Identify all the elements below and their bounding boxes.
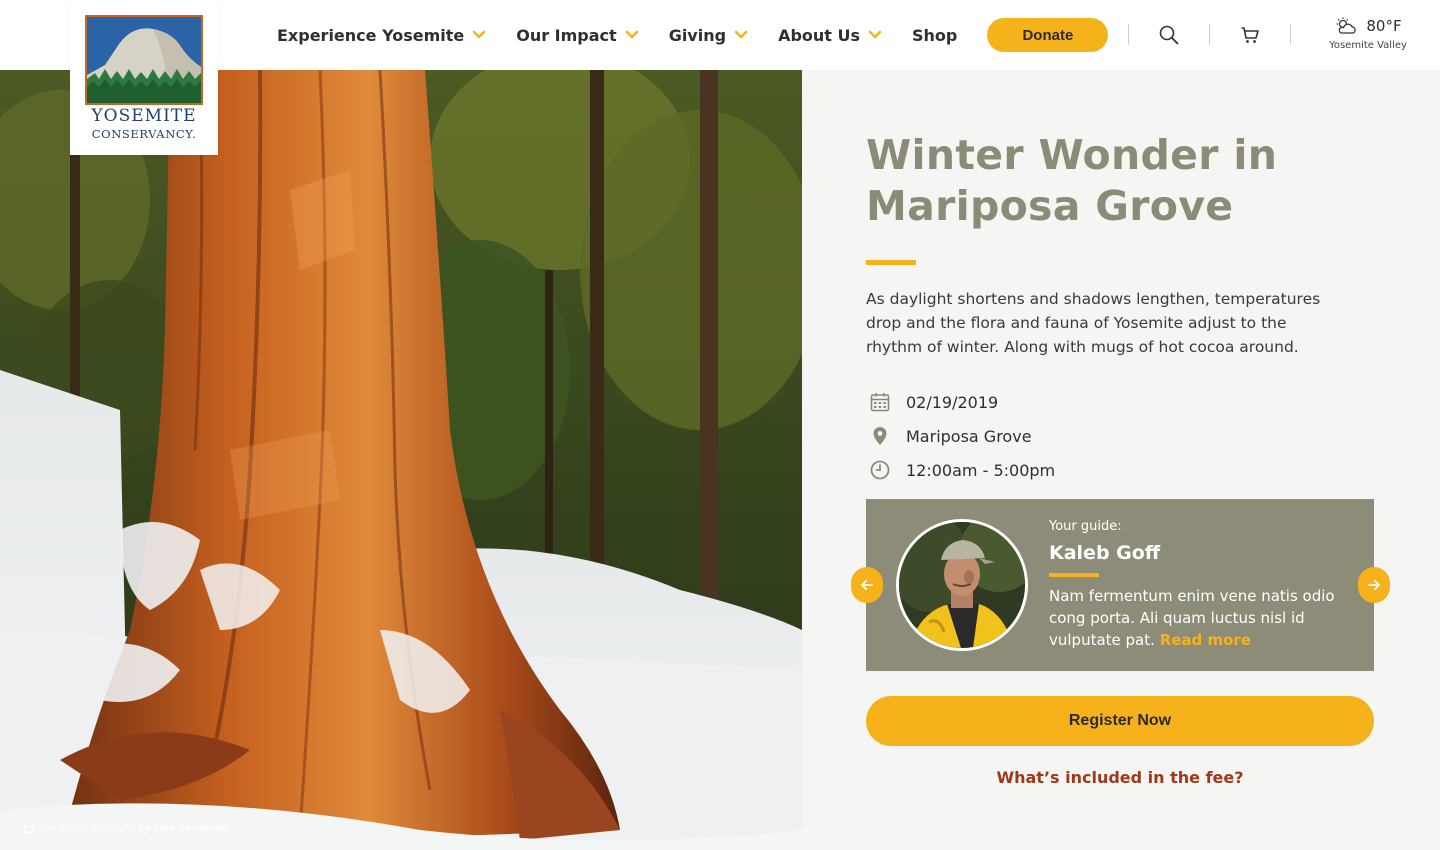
fee-info-link[interactable]: What’s included in the fee? bbox=[866, 768, 1374, 787]
divider bbox=[1290, 24, 1291, 45]
partly-cloudy-icon bbox=[1336, 17, 1357, 34]
divider bbox=[1209, 24, 1210, 45]
event-date-row: 02/19/2019 bbox=[866, 385, 1376, 419]
chevron-down-icon bbox=[734, 30, 748, 39]
nav-about-us[interactable]: About Us bbox=[778, 26, 882, 45]
weather-temp: 80°F bbox=[1366, 17, 1402, 35]
clock-icon bbox=[870, 460, 890, 480]
main-nav: Experience Yosemite Our Impact Giving Ab… bbox=[277, 0, 1109, 70]
caption-author: by Lilia Geschenk bbox=[138, 824, 227, 834]
arrow-right-icon bbox=[1368, 580, 1380, 590]
search-button[interactable] bbox=[1157, 23, 1181, 47]
photo-caption: The title of the photo by Lilia Geschenk bbox=[24, 824, 227, 834]
read-more-link[interactable]: Read more bbox=[1160, 631, 1251, 649]
guide-label: Your guide: bbox=[1049, 519, 1122, 534]
nav-shop[interactable]: Shop bbox=[912, 26, 957, 45]
arrow-left-icon bbox=[861, 580, 873, 590]
event-location: Mariposa Grove bbox=[906, 426, 1032, 446]
chevron-down-icon bbox=[625, 30, 638, 39]
event-time-row: 12:00am - 5:00pm bbox=[866, 453, 1376, 487]
event-title: Winter Wonder in Mariposa Grove bbox=[866, 131, 1278, 230]
nav-label: Experience Yosemite bbox=[277, 25, 465, 45]
guide-name-underline bbox=[1049, 573, 1099, 577]
nav-label: Our Impact bbox=[516, 25, 617, 45]
guide-next-button[interactable] bbox=[1358, 567, 1390, 603]
nav-our-impact[interactable]: Our Impact bbox=[516, 26, 638, 45]
register-now-button[interactable]: Register Now bbox=[866, 696, 1374, 746]
nav-label: Giving bbox=[668, 25, 727, 45]
event-date: 02/19/2019 bbox=[906, 392, 999, 412]
event-meta: 02/19/2019 Mariposa Grove 12:00am - 5:00… bbox=[866, 385, 1376, 487]
nav-giving[interactable]: Giving bbox=[669, 26, 748, 45]
nav-experience-yosemite[interactable]: Experience Yosemite bbox=[277, 26, 486, 45]
event-details: Winter Wonder in Mariposa Grove As dayli… bbox=[866, 130, 1376, 487]
title-underline bbox=[866, 260, 916, 265]
event-time: 12:00am - 5:00pm bbox=[906, 460, 1056, 480]
donate-button[interactable]: Donate bbox=[987, 18, 1109, 52]
nav-label: About Us bbox=[778, 25, 861, 45]
chevron-down-icon bbox=[868, 30, 882, 39]
divider bbox=[1128, 24, 1129, 45]
weather-widget: 80°F Yosemite Valley bbox=[1318, 17, 1418, 51]
location-pin-icon bbox=[873, 427, 887, 445]
nav-label: Shop bbox=[912, 25, 958, 45]
logo-wordmark-sub: CONSERVANCY. bbox=[91, 127, 197, 141]
site-logo[interactable]: YOSEMITE CONSERVANCY. bbox=[70, 0, 218, 155]
guide-card: Your guide: Kaleb Goff Nam fermentum eni… bbox=[866, 499, 1374, 671]
weather-location: Yosemite Valley bbox=[1329, 40, 1407, 51]
guide-name: Kaleb Goff bbox=[1049, 542, 1161, 564]
half-dome-emblem bbox=[85, 15, 203, 105]
logo-wordmark: YOSEMITE bbox=[91, 106, 197, 126]
event-location-row: Mariposa Grove bbox=[866, 419, 1376, 453]
cart-icon bbox=[1241, 27, 1259, 43]
calendar-icon bbox=[870, 393, 890, 412]
camera-icon bbox=[24, 825, 33, 833]
cart-button[interactable] bbox=[1238, 23, 1262, 47]
guide-bio: Nam fermentum enim vene natis odio cong … bbox=[1049, 585, 1339, 651]
guide-prev-button[interactable] bbox=[851, 567, 883, 603]
hero-image: The title of the photo by Lilia Geschenk bbox=[0, 70, 802, 850]
search-icon bbox=[1159, 25, 1179, 45]
chevron-down-icon bbox=[472, 30, 486, 39]
sequoia-photo bbox=[0, 70, 802, 850]
event-description: As daylight shortens and shadows lengthe… bbox=[866, 290, 1321, 356]
caption-title: The title of the photo bbox=[39, 824, 135, 834]
guide-avatar bbox=[896, 519, 1028, 651]
